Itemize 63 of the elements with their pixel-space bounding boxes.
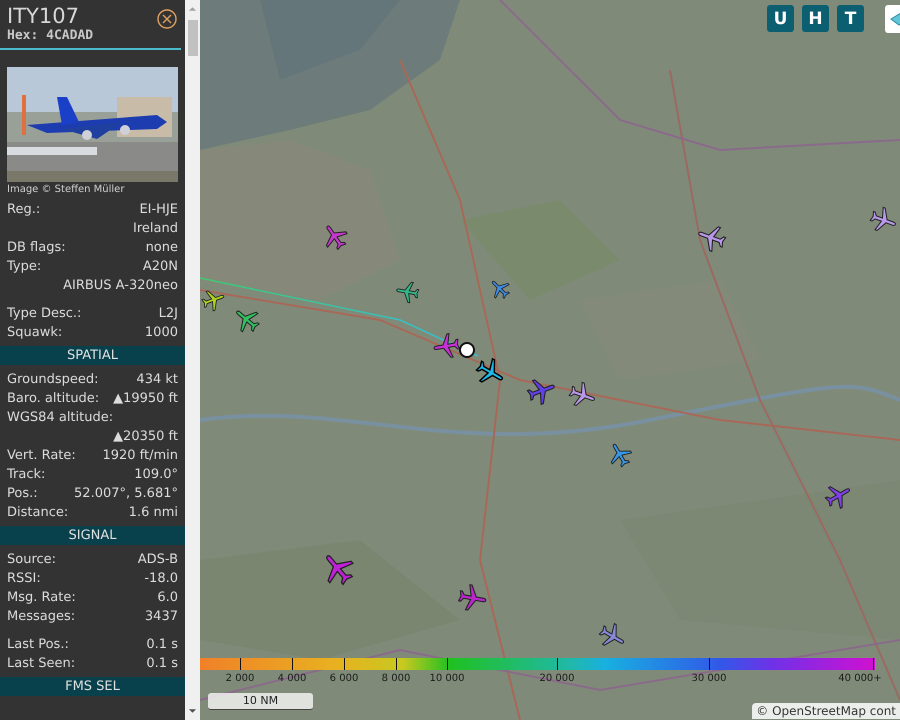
section-header: SIGNAL (0, 526, 185, 545)
field-label: Squawk: (7, 324, 62, 342)
field-value: 0.1 s (146, 655, 178, 673)
field-label: Distance: (7, 504, 68, 522)
field-label: Source: (7, 551, 56, 569)
callsign: ITY107 (7, 4, 80, 28)
field-label: Messages: (7, 608, 76, 626)
field-label: Last Seen: (7, 655, 76, 673)
scroll-thumb[interactable] (188, 20, 198, 56)
toggle-button[interactable]: T (837, 5, 864, 32)
field-label: Groundspeed: (7, 371, 98, 389)
attribution[interactable]: © OpenStreetMap cont (752, 703, 900, 719)
airplane-icon[interactable] (432, 331, 462, 361)
field-value: A20N (142, 258, 178, 276)
field-label: Type: (7, 258, 42, 276)
scale-label: 2 000 (226, 673, 254, 684)
scale-label: 6 000 (330, 673, 358, 684)
section-header: SPATIAL (0, 346, 185, 365)
field-value: 1.6 nmi (128, 504, 178, 522)
field-label: RSSI: (7, 570, 41, 588)
field-value: -18.0 (144, 570, 178, 588)
field-value: ▲20350 ft (113, 428, 178, 446)
field-label: Msg. Rate: (7, 589, 76, 607)
field-label: WGS84 altitude: (7, 409, 114, 427)
scale-label: 4 000 (278, 673, 306, 684)
field-label: DB flags: (7, 239, 66, 257)
scroll-down-icon[interactable] (188, 708, 197, 714)
toggle-button[interactable]: H (802, 5, 829, 32)
field-value: 0.1 s (146, 636, 178, 654)
close-button[interactable] (157, 9, 177, 29)
hex-code: Hex: 4CADAD (7, 28, 94, 43)
scale-bar: 10 NM (208, 693, 313, 710)
field-label: Pos.: (7, 485, 38, 503)
field-value: ▲19950 ft (113, 390, 178, 408)
field-value: EI-HJE (139, 201, 178, 219)
field-value: 1000 (144, 324, 178, 342)
photo-credit: Image © Steffen Müller (6, 183, 126, 195)
field-value: 6.0 (157, 589, 178, 607)
scrollbar[interactable] (185, 0, 200, 720)
field-value: L2J (158, 305, 178, 323)
field-value: 3437 (144, 608, 178, 626)
field-value: 52.007°, 5.681° (74, 485, 178, 503)
field-label: Reg.: (7, 201, 40, 219)
scale-label: 40 000+ (838, 673, 882, 684)
section-header: FMS SEL (0, 677, 185, 696)
scale-label: 8 000 (382, 673, 410, 684)
field-value: Ireland (133, 220, 178, 238)
field-label: Track: (7, 466, 46, 484)
field-label: Vert. Rate: (7, 447, 76, 465)
airplane-icon[interactable] (395, 279, 421, 305)
scale-label: 30 000 (692, 673, 726, 684)
field-value: 434 kt (136, 371, 178, 389)
field-value: 109.0° (134, 466, 178, 484)
field-value: none (146, 239, 178, 257)
field-label: Baro. altitude: (7, 390, 100, 408)
field-label: Last Pos.: (7, 636, 69, 654)
toggle-button[interactable]: U (767, 5, 794, 32)
field-label: Type Desc.: (7, 305, 82, 323)
field-value: ADS-B (138, 551, 178, 569)
scale-label: 10 000 (430, 673, 464, 684)
scale-label: 20 000 (540, 673, 574, 684)
field-value: 1920 ft/min (102, 447, 178, 465)
field-value: AIRBUS A-320neo (63, 277, 178, 295)
